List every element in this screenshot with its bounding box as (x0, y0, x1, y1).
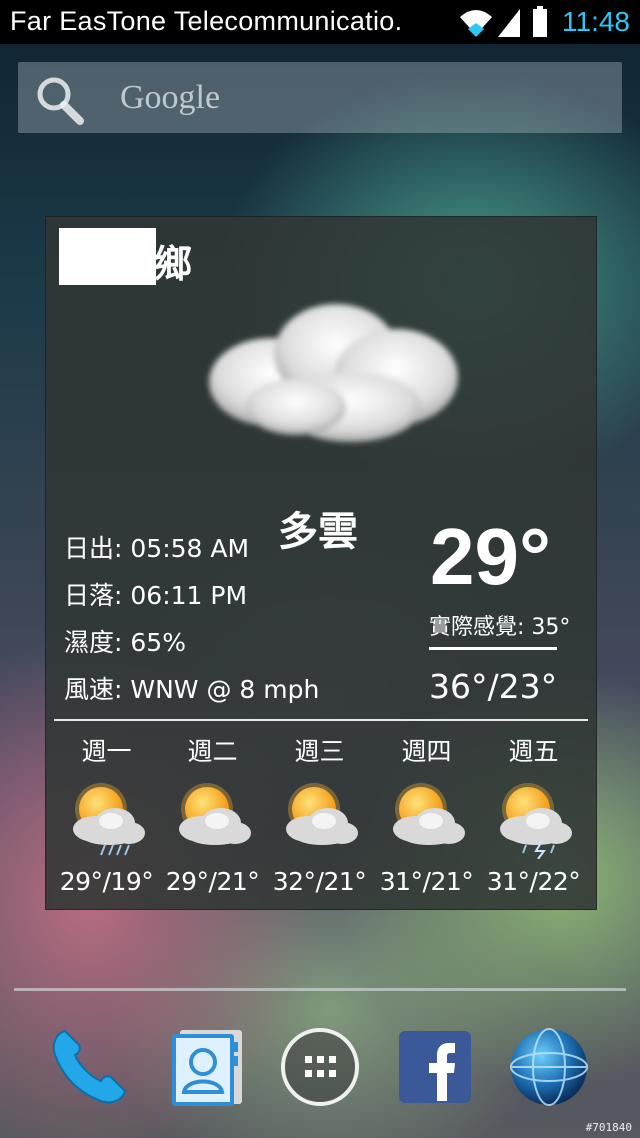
forecast-day-label: 週五 (508, 737, 559, 766)
phone-icon[interactable] (46, 1024, 132, 1110)
contacts-icon[interactable] (163, 1024, 249, 1110)
signal-icon (496, 7, 522, 37)
humidity-row: 濕度: 65% (64, 628, 186, 657)
partly-cloudy-rain-icon (53, 779, 160, 859)
forecast-day: 週二 29°/21° (159, 735, 266, 896)
forecast-day-label: 週二 (187, 737, 238, 766)
forecast-day: 週五 31°/22° (480, 735, 587, 896)
cloudy-icon (201, 292, 471, 456)
forecast-day-label: 週四 (401, 737, 452, 766)
forecast-day-temperature: 31°/22° (486, 867, 581, 896)
location-name: 鄉 (154, 242, 193, 286)
facebook-icon[interactable] (392, 1024, 478, 1110)
clock: 11:48 (562, 6, 630, 37)
forecast-day: 週三 32°/21° (266, 735, 373, 896)
browser-globe-icon[interactable] (506, 1024, 592, 1110)
high-low-temperature: 36°/23° (429, 667, 558, 706)
feels-like: 實際感覺: 35° (429, 615, 571, 640)
status-icons: 11:48 (458, 4, 630, 40)
forecast-day-temperature: 29°/21° (165, 867, 260, 896)
status-bar: Far EasTone Telecommunicatio. 11:48 (0, 0, 640, 44)
thunderstorm-icon (480, 779, 587, 859)
forecast-day-temperature: 31°/21° (379, 867, 474, 896)
watermark: #701840 (585, 1121, 632, 1134)
forecast-day-label: 週三 (294, 737, 345, 766)
temp-divider (429, 647, 557, 650)
partly-cloudy-icon (159, 779, 266, 859)
forecast-day-temperature: 32°/21° (272, 867, 367, 896)
app-drawer-icon[interactable] (277, 1024, 363, 1110)
carrier-name: Far EasTone Telecommunicatio. (10, 6, 403, 36)
forecast-divider (54, 719, 588, 721)
google-search-bar[interactable]: Google (18, 62, 622, 133)
wind-row: 風速: WNW @ 8 mph (64, 675, 320, 704)
forecast-day-label: 週一 (81, 737, 132, 766)
wifi-icon (458, 7, 494, 37)
location-redacted-block (59, 228, 156, 285)
forecast-day-temperature: 29°/19° (59, 867, 154, 896)
sunrise-row: 日出: 05:58 AM (64, 534, 250, 563)
weather-details: 日出: 05:58 AM 日落: 06:11 PM 濕度: 65% 風速: WN… (64, 534, 319, 722)
battery-icon (532, 6, 548, 38)
sunset-row: 日落: 06:11 PM (64, 581, 248, 610)
forecast-day: 週一 29°/19° (53, 735, 160, 896)
current-temperature: 29° (430, 512, 551, 601)
search-placeholder: Google (120, 79, 221, 116)
forecast-day: 週四 31°/21° (373, 735, 480, 896)
partly-cloudy-icon (266, 779, 373, 859)
search-icon (34, 74, 86, 130)
weather-widget[interactable]: 鄉 多雲 日出: 05:58 AM 日落: 06:11 PM 濕度: 65% 風… (45, 216, 597, 910)
dock-divider (14, 988, 626, 991)
forecast-row: 週一 29°/19° 週二 29°/21° 週三 32°/21° 週四 31°/21° 週五 31… (46, 735, 596, 905)
partly-cloudy-icon (373, 779, 480, 859)
